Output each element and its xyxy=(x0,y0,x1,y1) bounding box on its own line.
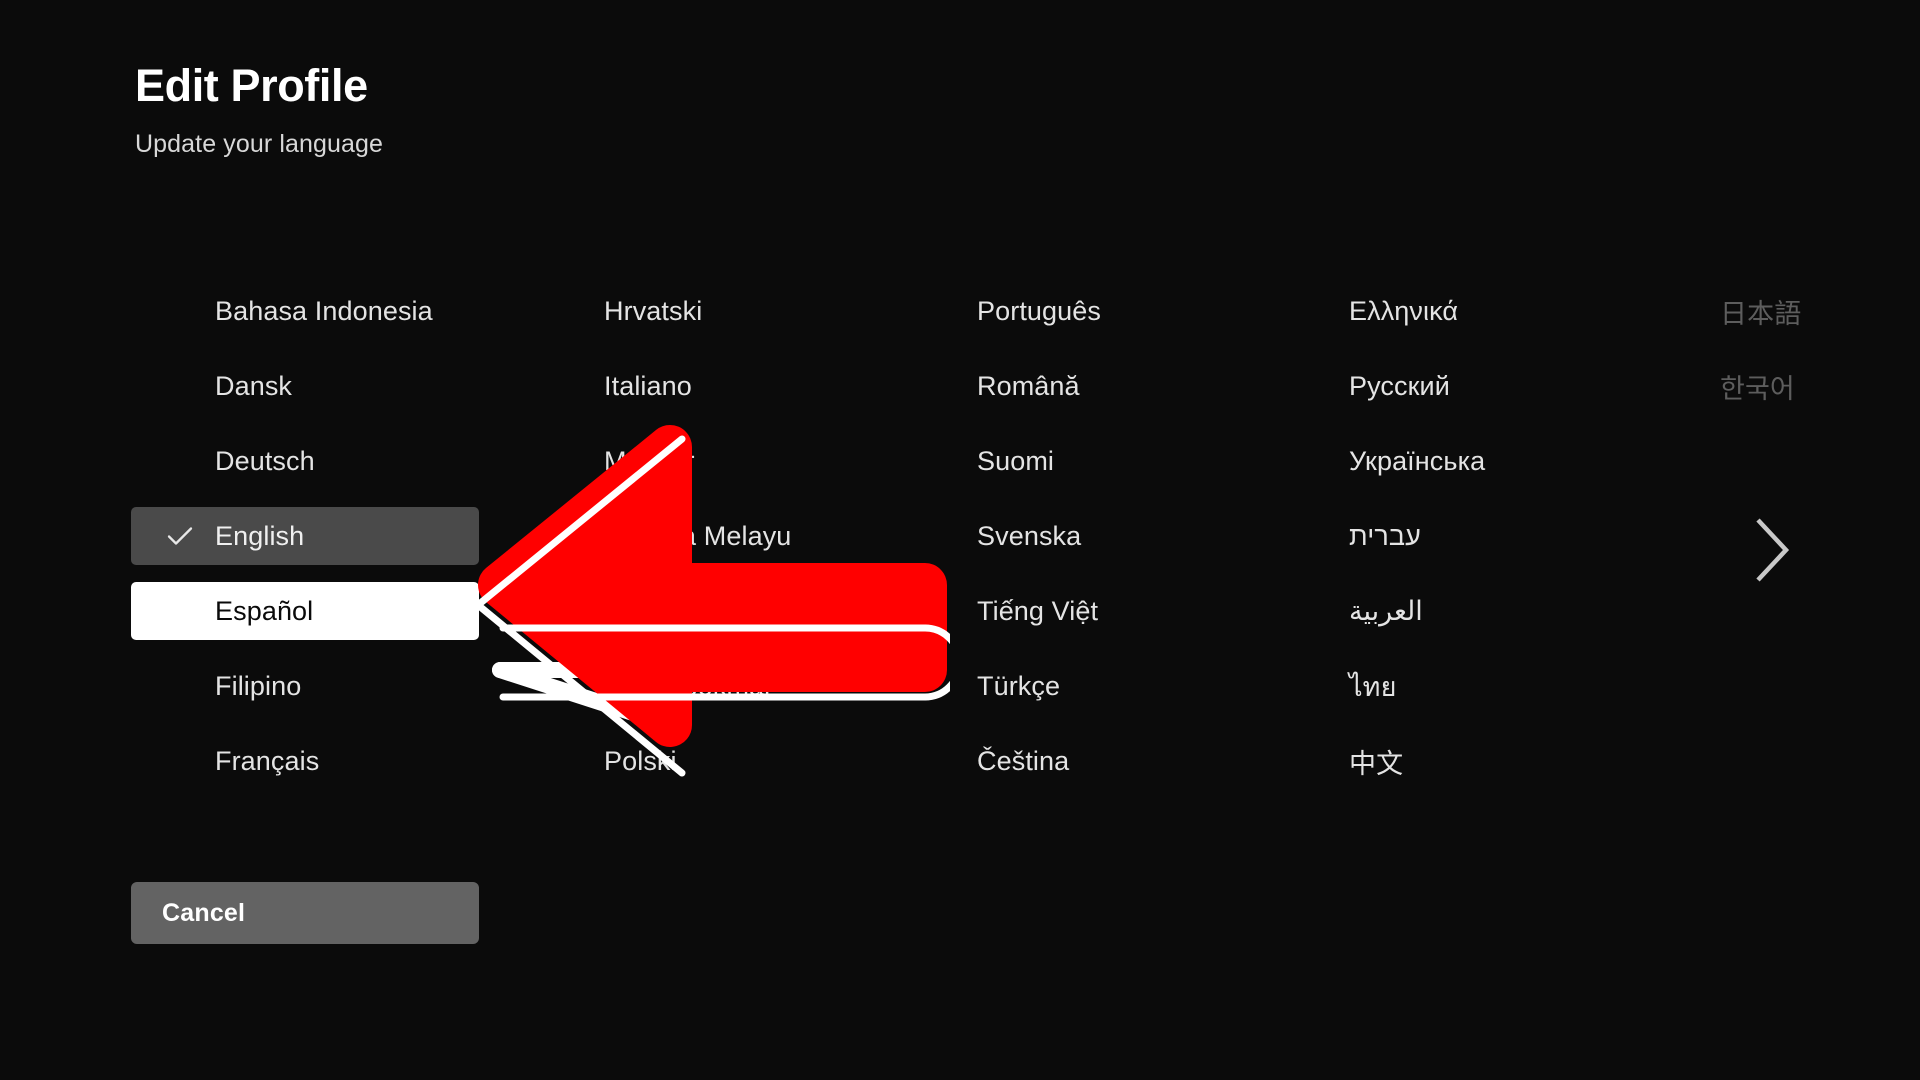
language-column-5: 日本語 한국어 xyxy=(1636,282,1916,432)
language-option-hebrew[interactable]: עברית xyxy=(1265,507,1613,565)
language-option-label: Ελληνικά xyxy=(1349,295,1459,326)
language-option-bahasa-indonesia[interactable]: Bahasa Indonesia xyxy=(131,282,479,340)
language-option-label: Bahasa Indonesia xyxy=(215,295,433,326)
language-option-hrvatski[interactable]: Hrvatski xyxy=(520,282,868,340)
language-option-deutsch[interactable]: Deutsch xyxy=(131,432,479,490)
language-option-thai[interactable]: ไทย xyxy=(1265,657,1613,715)
language-option-label: ไทย xyxy=(1349,671,1397,702)
language-option-label: Magyar xyxy=(604,445,695,476)
language-option-label: العربية xyxy=(1349,595,1423,626)
language-option-francais[interactable]: Français xyxy=(131,732,479,790)
language-option-label: Deutsch xyxy=(215,445,315,476)
language-column-2: Hrvatski Italiano Magyar Bahasa Melayu N… xyxy=(520,282,868,807)
language-option-label: 한국어 xyxy=(1720,373,1795,404)
language-option-label: Italiano xyxy=(604,370,692,401)
language-option-label: Nederlands xyxy=(604,595,744,626)
language-option-arabic[interactable]: العربية xyxy=(1265,582,1613,640)
language-option-filipino[interactable]: Filipino xyxy=(131,657,479,715)
language-option-nederlands[interactable]: Nederlands xyxy=(520,582,868,640)
language-column-3: Português Română Suomi Svenska Tiếng Việ… xyxy=(893,282,1241,807)
check-icon xyxy=(166,522,194,550)
language-option-turkce[interactable]: Türkçe xyxy=(893,657,1241,715)
language-column-1: Bahasa Indonesia Dansk Deutsch English E… xyxy=(131,282,479,807)
language-option-magyar[interactable]: Magyar xyxy=(520,432,868,490)
language-option-label: Português xyxy=(977,295,1101,326)
language-option-label: 中文 xyxy=(1349,748,1404,779)
language-option-ukrainska[interactable]: Українська xyxy=(1265,432,1613,490)
language-option-label: Čeština xyxy=(977,745,1070,776)
language-option-romana[interactable]: Română xyxy=(893,357,1241,415)
language-option-dansk[interactable]: Dansk xyxy=(131,357,479,415)
language-option-polski[interactable]: Polski xyxy=(520,732,868,790)
language-option-english[interactable]: English xyxy=(131,507,479,565)
language-option-label: Tiếng Việt xyxy=(977,595,1099,626)
language-option-label: Dansk xyxy=(215,370,293,401)
language-option-label: Suomi xyxy=(977,445,1055,476)
page-subtitle: Update your language xyxy=(135,130,384,159)
edit-profile-language-screen: Edit Profile Update your language Bahasa… xyxy=(0,0,1920,1080)
language-option-label: Hrvatski xyxy=(604,295,703,326)
language-option-cestina[interactable]: Čeština xyxy=(893,732,1241,790)
page-title: Edit Profile xyxy=(135,60,368,111)
language-option-label: Türkçe xyxy=(977,670,1061,701)
language-option-label: Svenska xyxy=(977,520,1082,551)
language-option-japanese[interactable]: 日本語 xyxy=(1636,282,1916,340)
language-option-label: English xyxy=(215,520,305,551)
language-option-label: Norsk bokmål xyxy=(604,670,771,701)
language-option-label: Bahasa Melayu xyxy=(604,520,792,551)
language-column-4: Ελληνικά Русский Українська עברית العربي… xyxy=(1265,282,1613,807)
language-option-label: Русский xyxy=(1349,370,1450,401)
language-option-svenska[interactable]: Svenska xyxy=(893,507,1241,565)
language-option-tieng-viet[interactable]: Tiếng Việt xyxy=(893,582,1241,640)
language-option-chinese[interactable]: 中文 xyxy=(1265,732,1613,790)
cancel-button[interactable]: Cancel xyxy=(131,882,479,944)
language-option-russkiy[interactable]: Русский xyxy=(1265,357,1613,415)
language-option-label: עברית xyxy=(1349,520,1421,551)
header: Edit Profile Update your language xyxy=(135,62,1035,159)
language-option-ellinika[interactable]: Ελληνικά xyxy=(1265,282,1613,340)
chevron-right-icon[interactable] xyxy=(1748,514,1794,586)
language-grid: Bahasa Indonesia Dansk Deutsch English E… xyxy=(0,282,1920,802)
language-option-label: Français xyxy=(215,745,320,776)
language-option-bahasa-melayu[interactable]: Bahasa Melayu xyxy=(520,507,868,565)
language-option-norsk-bokmal[interactable]: Norsk bokmål xyxy=(520,657,868,715)
language-option-suomi[interactable]: Suomi xyxy=(893,432,1241,490)
language-option-label: 日本語 xyxy=(1720,298,1802,329)
language-option-portugues[interactable]: Português xyxy=(893,282,1241,340)
language-option-label: Українська xyxy=(1349,445,1486,476)
language-option-label: Polski xyxy=(604,745,677,776)
language-option-espanol[interactable]: Español xyxy=(131,582,479,640)
language-option-label: Română xyxy=(977,370,1080,401)
language-option-korean[interactable]: 한국어 xyxy=(1636,357,1916,415)
language-option-label: Filipino xyxy=(215,670,302,701)
language-option-italiano[interactable]: Italiano xyxy=(520,357,868,415)
language-option-label: Español xyxy=(215,595,314,626)
